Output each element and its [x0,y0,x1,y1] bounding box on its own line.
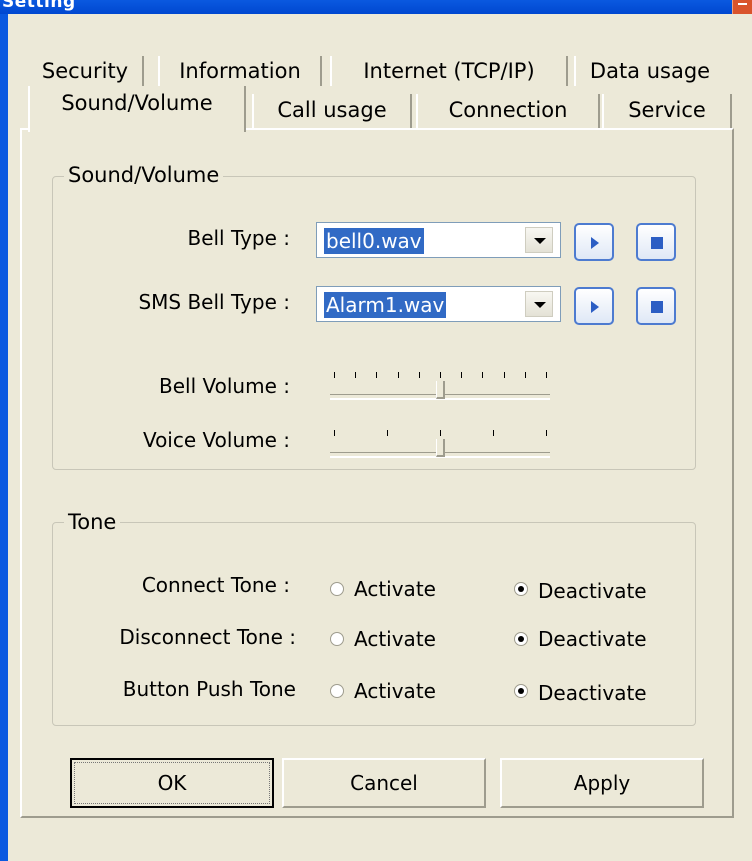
bell-type-select[interactable]: bell0.wav [316,222,561,258]
disconnect-tone-deactivate-radio[interactable] [514,632,528,646]
tab-label: Security [41,59,129,83]
title-bar: Setting [0,0,752,14]
tab-information[interactable]: Information [158,56,322,86]
bell-type-label: Bell Type : [187,226,290,250]
disconnect-tone-activate-radio[interactable] [330,632,344,646]
voice-volume-slider[interactable] [330,430,550,460]
slider-tick [546,372,547,378]
connect-tone-activate-label[interactable]: Activate [354,576,436,602]
tab-label: Data usage [589,59,711,83]
tab-label: Information [179,59,301,83]
ok-button[interactable]: OK [70,758,274,808]
slider-tick [493,430,494,436]
voice-volume-label: Voice Volume : [142,428,290,452]
sms-bell-type-value: Alarm1.wav [324,292,447,318]
slider-tick [524,372,526,378]
tab-label: Connection [448,98,568,122]
play-icon [591,237,599,249]
disconnect-tone-deactivate-label[interactable]: Deactivate [538,626,647,652]
tab-label: Internet (TCP/IP) [363,59,535,83]
tab-internet-tcp-ip[interactable]: Internet (TCP/IP) [330,56,568,86]
button-push-tone-label: Button Push Tone [122,677,296,701]
tab-connection[interactable]: Connection [416,94,600,128]
sms-bell-type-select[interactable]: Alarm1.wav [316,286,561,322]
disconnect-tone-activate-label[interactable]: Activate [354,626,436,652]
slider-tick [355,372,357,378]
slider-tick [334,430,335,436]
tab-service[interactable]: Service [602,94,732,128]
sms-bell-type-label: SMS Bell Type : [138,290,290,314]
bell-type-value: bell0.wav [324,228,424,254]
slider-tick [387,430,388,436]
tab-call-usage[interactable]: Call usage [252,94,412,128]
slider-tick [461,372,463,378]
slider-tick [503,372,505,378]
cancel-button[interactable]: Cancel [282,758,486,808]
tab-sound-volume[interactable]: Sound/Volume [28,86,246,132]
stop-icon [651,237,663,249]
slider-tick [440,430,441,436]
slider-tick [397,372,399,378]
chevron-down-icon[interactable] [525,227,553,253]
slider-thumb[interactable] [436,439,445,457]
slider-thumb[interactable] [436,381,445,399]
tab-data-usage[interactable]: Data usage [574,56,724,86]
button-push-tone-deactivate-label[interactable]: Deactivate [538,680,647,706]
stop-bell-button[interactable] [636,223,676,261]
tab-label: Call usage [277,98,387,122]
bell-volume-label: Bell Volume : [159,374,290,398]
slider-tick [418,372,420,378]
tab-label: Service [628,98,706,122]
stop-sms-bell-button[interactable] [636,287,676,325]
button-push-tone-activate-radio[interactable] [330,684,344,698]
close-icon[interactable] [732,0,752,14]
slider-tick [482,372,484,378]
tab-security[interactable]: Security [28,56,144,86]
tab-label: Sound/Volume [61,91,213,115]
button-push-tone-activate-label[interactable]: Activate [354,678,436,704]
connect-tone-deactivate-label[interactable]: Deactivate [538,578,647,604]
play-icon [591,301,599,313]
stop-icon [651,301,663,313]
window-title: Setting [2,0,76,12]
slider-tick [376,372,378,378]
chevron-down-icon[interactable] [525,291,553,317]
connect-tone-label: Connect Tone : [141,573,290,597]
sound-volume-group-label: Sound/Volume [64,163,224,187]
slider-tick [334,372,335,378]
disconnect-tone-label: Disconnect Tone : [119,625,296,649]
connect-tone-deactivate-radio[interactable] [514,582,528,596]
play-bell-button[interactable] [574,223,614,261]
connect-tone-activate-radio[interactable] [330,582,344,596]
bell-volume-slider[interactable] [330,372,550,402]
play-sms-bell-button[interactable] [574,287,614,325]
button-push-tone-deactivate-radio[interactable] [514,684,528,698]
apply-button[interactable]: Apply [500,758,704,808]
slider-tick [546,430,547,436]
slider-tick [440,372,441,378]
tone-group-label: Tone [64,510,121,534]
